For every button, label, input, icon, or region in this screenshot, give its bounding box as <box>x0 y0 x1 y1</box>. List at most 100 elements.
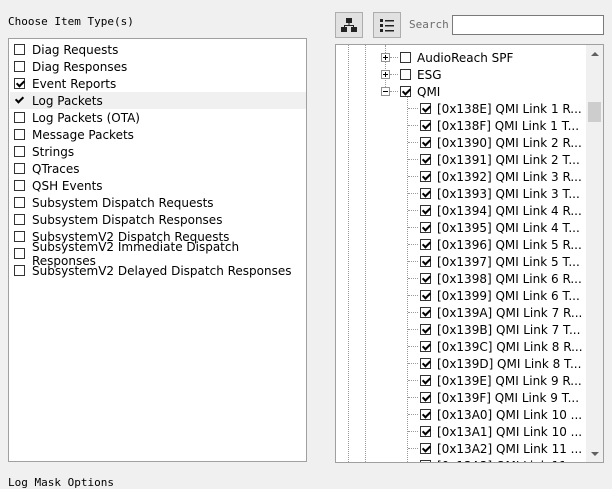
scrollbar-thumb[interactable] <box>588 102 601 122</box>
item-type-checkbox[interactable] <box>14 248 25 259</box>
log-item-tree[interactable]: AudioReach SPF ESG QMI [0x138E] QMI Link 1 … <box>335 44 604 463</box>
tree-item-row[interactable]: [0x13A0] QMI Link 10 ... <box>420 406 582 423</box>
tree-group-checkbox[interactable] <box>400 86 411 97</box>
tree-item-checkbox[interactable] <box>420 443 431 454</box>
item-type-row[interactable]: Log Packets <box>10 92 306 109</box>
tree-item-checkbox[interactable] <box>420 324 431 335</box>
collapse-toggle-icon[interactable] <box>381 87 390 96</box>
tree-item-row[interactable]: [0x1393] QMI Link 3 T... <box>420 185 580 202</box>
item-type-checkbox[interactable] <box>14 214 25 225</box>
item-type-checkbox[interactable] <box>14 44 25 55</box>
item-type-checkbox[interactable] <box>14 163 25 174</box>
tree-item-row[interactable]: [0x139E] QMI Link 9 R... <box>420 372 582 389</box>
item-type-row[interactable]: Strings <box>10 143 306 160</box>
tree-item-checkbox[interactable] <box>420 137 431 148</box>
item-type-row[interactable]: Diag Responses <box>10 58 306 75</box>
item-type-row[interactable]: QSH Events <box>10 177 306 194</box>
item-type-checkbox[interactable] <box>14 78 25 89</box>
item-type-label: Message Packets <box>32 127 134 142</box>
tree-guide-line <box>348 45 349 462</box>
tree-item-checkbox[interactable] <box>420 341 431 352</box>
tree-item-row[interactable]: [0x1396] QMI Link 5 R... <box>420 236 582 253</box>
tree-item-checkbox[interactable] <box>420 103 431 114</box>
tree-connector <box>390 74 398 75</box>
tree-item-checkbox[interactable] <box>420 171 431 182</box>
tree-item-checkbox[interactable] <box>420 460 431 462</box>
checkmark-icon[interactable] <box>14 95 25 106</box>
tree-item-checkbox[interactable] <box>420 426 431 437</box>
tree-item-row[interactable]: [0x138F] QMI Link 1 T... <box>420 117 579 134</box>
item-type-list[interactable]: Diag Requests Diag Responses Event Reports… <box>8 38 307 462</box>
tree-item-checkbox[interactable] <box>420 205 431 216</box>
tree-item-checkbox[interactable] <box>420 256 431 267</box>
tree-item-row[interactable]: [0x138E] QMI Link 1 R... <box>420 100 582 117</box>
tree-item-checkbox[interactable] <box>420 273 431 284</box>
tree-item-row[interactable]: [0x1390] QMI Link 2 R... <box>420 134 582 151</box>
tree-item-row[interactable]: [0x139F] QMI Link 9 T... <box>420 389 579 406</box>
tree-item-row[interactable]: [0x13A1] QMI Link 10 ... <box>420 423 582 440</box>
item-type-row[interactable]: SubsystemV2 Immediate Dispatch Responses <box>10 240 306 268</box>
tree-item-row[interactable]: [0x139B] QMI Link 7 T... <box>420 321 580 338</box>
vertical-scrollbar[interactable] <box>586 45 603 462</box>
tree-item-row[interactable]: [0x1395] QMI Link 4 T... <box>420 219 580 236</box>
search-label: Search <box>409 18 449 31</box>
scroll-up-arrow[interactable] <box>586 45 603 62</box>
tree-item-row[interactable]: [0x13A3] QMI Link 11 ... <box>420 457 582 462</box>
tree-connector <box>408 244 418 245</box>
tree-view-icon <box>341 18 357 32</box>
item-type-label: Strings <box>32 144 75 159</box>
tree-group-checkbox[interactable] <box>400 52 411 63</box>
tree-item-checkbox[interactable] <box>420 375 431 386</box>
tree-item-row[interactable]: [0x1391] QMI Link 2 T... <box>420 151 580 168</box>
tree-item-checkbox[interactable] <box>420 222 431 233</box>
item-type-row[interactable]: Subsystem Dispatch Requests <box>10 194 306 211</box>
scroll-down-arrow[interactable] <box>586 445 603 462</box>
expand-toggle-icon[interactable] <box>381 53 390 62</box>
tree-item-checkbox[interactable] <box>420 120 431 131</box>
tree-item-label: [0x1394] QMI Link 4 R... <box>437 203 582 218</box>
tree-group-checkbox[interactable] <box>400 69 411 80</box>
item-type-checkbox[interactable] <box>14 129 25 140</box>
expand-toggle-icon[interactable] <box>381 70 390 79</box>
item-type-row[interactable]: QTraces <box>10 160 306 177</box>
tree-item-checkbox[interactable] <box>420 154 431 165</box>
tree-item-checkbox[interactable] <box>420 239 431 250</box>
item-type-row[interactable]: Subsystem Dispatch Responses <box>10 211 306 228</box>
item-type-checkbox[interactable] <box>14 146 25 157</box>
item-type-row[interactable]: Event Reports <box>10 75 306 92</box>
tree-item-checkbox[interactable] <box>420 392 431 403</box>
tree-item-checkbox[interactable] <box>420 409 431 420</box>
search-input[interactable] <box>452 15 604 35</box>
item-type-checkbox[interactable] <box>14 112 25 123</box>
item-type-label: Diag Requests <box>32 42 119 57</box>
item-type-row[interactable]: SubsystemV2 Delayed Dispatch Responses <box>10 262 306 279</box>
tree-connector <box>408 448 418 449</box>
tree-item-checkbox[interactable] <box>420 307 431 318</box>
tree-item-row[interactable]: [0x139A] QMI Link 7 R... <box>420 304 582 321</box>
item-type-checkbox[interactable] <box>14 180 25 191</box>
tree-item-row[interactable]: [0x1392] QMI Link 3 R... <box>420 168 582 185</box>
tree-item-row[interactable]: [0x1397] QMI Link 5 T... <box>420 253 580 270</box>
tree-item-row[interactable]: [0x139C] QMI Link 8 R... <box>420 338 583 355</box>
item-type-checkbox[interactable] <box>14 197 25 208</box>
item-type-checkbox[interactable] <box>14 265 25 276</box>
item-type-row[interactable]: Log Packets (OTA) <box>10 109 306 126</box>
tree-item-checkbox[interactable] <box>420 188 431 199</box>
tree-group-row[interactable]: AudioReach SPF <box>400 49 513 66</box>
item-type-row[interactable]: Message Packets <box>10 126 306 143</box>
tree-group-row[interactable]: ESG <box>400 66 442 83</box>
item-type-checkbox[interactable] <box>14 231 25 242</box>
tree-item-row[interactable]: [0x1398] QMI Link 6 R... <box>420 270 582 287</box>
item-type-row[interactable]: Diag Requests <box>10 41 306 58</box>
tree-item-row[interactable]: [0x1399] QMI Link 6 T... <box>420 287 580 304</box>
tree-item-row[interactable]: [0x13A2] QMI Link 11 ... <box>420 440 582 457</box>
list-view-button[interactable] <box>373 12 401 38</box>
tree-item-row[interactable]: [0x139D] QMI Link 8 T... <box>420 355 581 372</box>
tree-item-checkbox[interactable] <box>420 290 431 301</box>
tree-item-row[interactable]: [0x1394] QMI Link 4 R... <box>420 202 582 219</box>
tree-item-checkbox[interactable] <box>420 358 431 369</box>
tree-group-row[interactable]: QMI <box>400 83 440 100</box>
tree-view-button[interactable] <box>335 12 363 38</box>
tree-item-label: [0x13A2] QMI Link 11 ... <box>437 441 583 456</box>
item-type-checkbox[interactable] <box>14 61 25 72</box>
